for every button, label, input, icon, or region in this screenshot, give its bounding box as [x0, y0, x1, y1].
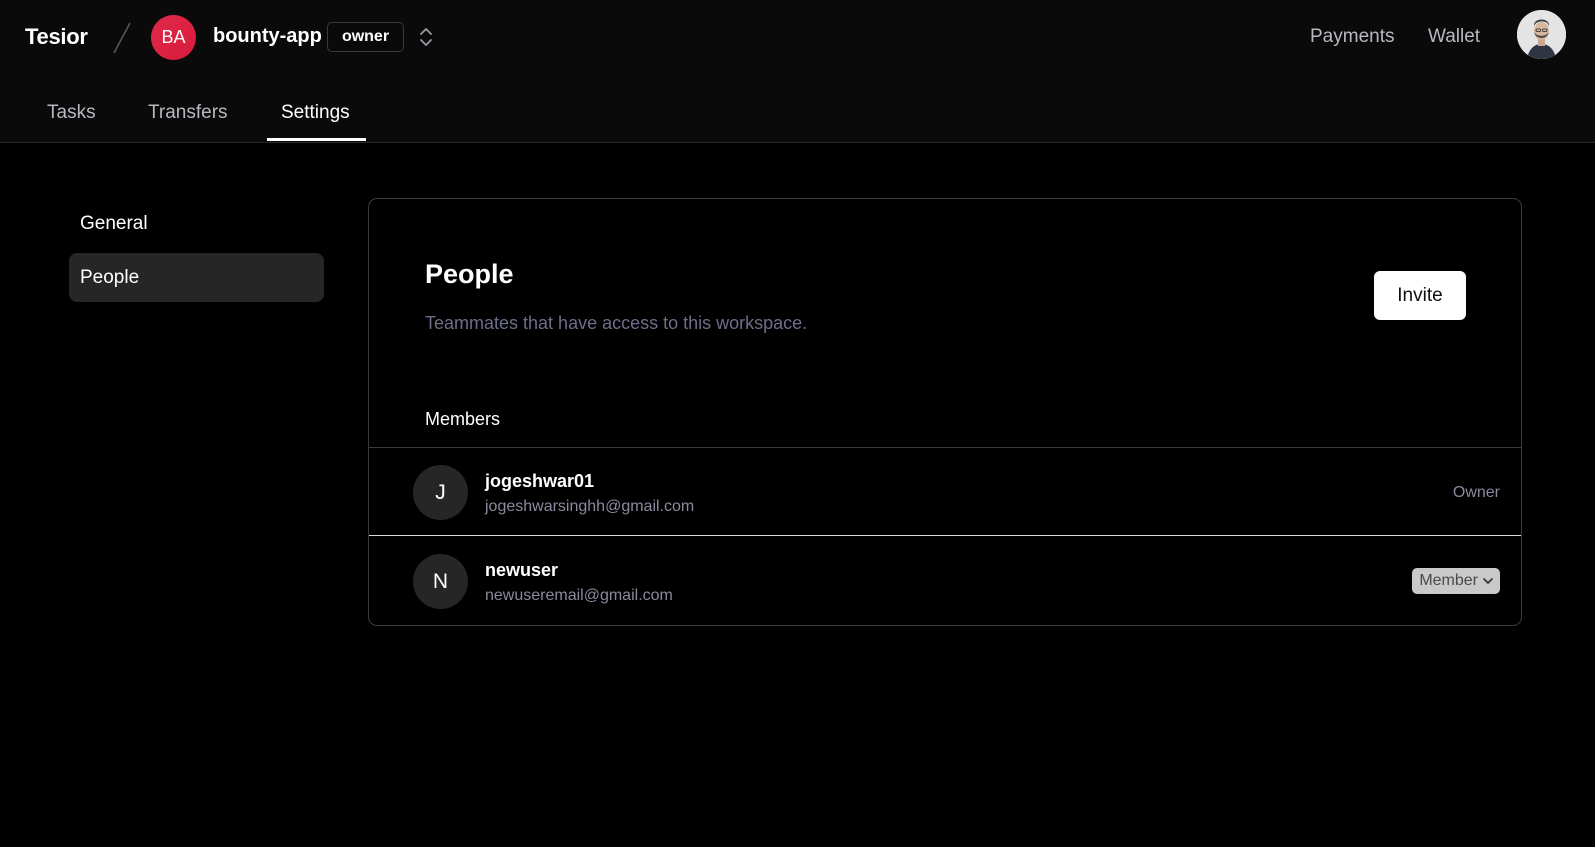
- user-avatar-icon: [1517, 10, 1566, 59]
- invite-button[interactable]: Invite: [1374, 271, 1466, 320]
- member-avatar: J: [413, 465, 468, 520]
- chevrons-up-down-icon[interactable]: [417, 25, 435, 49]
- sidebar-item-label: General: [80, 212, 148, 234]
- member-role-select[interactable]: Member: [1412, 568, 1500, 594]
- separator-slash-icon: [113, 22, 131, 54]
- member-email: jogeshwarsinghh@gmail.com: [485, 498, 695, 515]
- page-title: People: [425, 259, 514, 289]
- member-avatar: N: [413, 554, 468, 609]
- top-header: Tesior BA bounty-app owner Payments Wall…: [0, 0, 1595, 143]
- member-row: N newuser newuseremail@gmail.com Member: [369, 537, 1521, 625]
- nav-payments-link[interactable]: Payments: [1310, 26, 1394, 48]
- member-name: newuser: [485, 560, 559, 580]
- sidebar-item-people[interactable]: People: [69, 253, 324, 302]
- tab-transfers[interactable]: Transfers: [148, 102, 228, 124]
- workspace-name[interactable]: bounty-app: [213, 25, 322, 48]
- member-row: J jogeshwar01 jogeshwarsinghh@gmail.com …: [369, 448, 1521, 536]
- tab-bar: Tasks Transfers Settings: [0, 76, 700, 143]
- members-heading: Members: [425, 409, 501, 429]
- header-row: Tesior BA bounty-app owner Payments Wall…: [0, 0, 1595, 76]
- member-name: jogeshwar01: [485, 471, 595, 491]
- nav-wallet-link[interactable]: Wallet: [1428, 26, 1480, 48]
- active-tab-indicator: [267, 138, 366, 141]
- workspace-avatar[interactable]: BA: [151, 15, 196, 60]
- user-avatar[interactable]: [1517, 10, 1566, 59]
- tab-settings[interactable]: Settings: [281, 102, 350, 124]
- member-role-value: Member: [1419, 572, 1478, 589]
- brand-logo[interactable]: Tesior: [25, 24, 88, 50]
- member-email: newuseremail@gmail.com: [485, 587, 673, 604]
- chevron-down-icon: [1483, 578, 1493, 584]
- sidebar-item-general[interactable]: General: [69, 199, 324, 248]
- people-card: People Teammates that have access to thi…: [368, 198, 1522, 626]
- workspace-role-badge: owner: [327, 22, 404, 52]
- member-role-label: Owner: [1452, 484, 1500, 501]
- sidebar-item-label: People: [80, 266, 140, 288]
- page-subtitle: Teammates that have access to this works…: [425, 313, 808, 333]
- tab-tasks[interactable]: Tasks: [47, 102, 96, 124]
